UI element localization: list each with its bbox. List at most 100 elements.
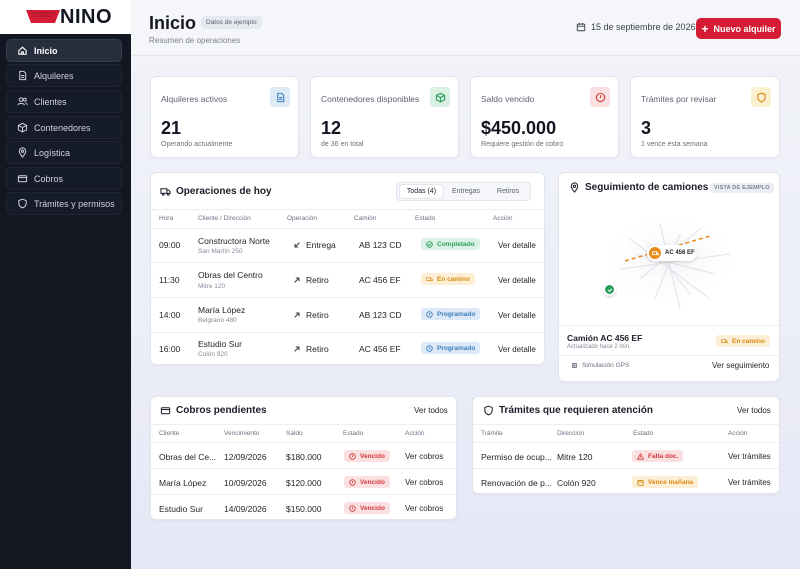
column-header: Estado bbox=[343, 430, 364, 437]
payment-due: 14/09/2026 bbox=[224, 504, 267, 514]
destination-check-marker[interactable] bbox=[603, 283, 616, 296]
column-header: Acción bbox=[728, 430, 748, 437]
divider bbox=[151, 209, 544, 210]
sidebar-item-contenedores[interactable]: Contenedores bbox=[6, 116, 122, 139]
new-rental-button[interactable]: + Nuevo alquiler bbox=[696, 18, 781, 39]
permits-attention-card: Trámites que requieren atención Ver todo… bbox=[472, 396, 780, 494]
view-detail-link[interactable]: Ver detalle bbox=[498, 241, 536, 250]
op-client: Estudio Sur bbox=[198, 339, 242, 349]
stat-card-tramites-por-revisar[interactable]: Trámites por revisar 3 1 vence esta sema… bbox=[630, 76, 780, 158]
permits-title-text: Trámites que requieren atención bbox=[499, 405, 653, 416]
view-all-payments-link[interactable]: Ver todos bbox=[414, 406, 448, 415]
status-label: Vencido bbox=[360, 452, 385, 460]
payment-client: María López bbox=[159, 478, 207, 488]
permit-address: Mitre 120 bbox=[557, 452, 593, 462]
view-all-permits-link[interactable]: Ver todos bbox=[737, 406, 771, 415]
view-payments-link[interactable]: Ver cobros bbox=[405, 452, 443, 461]
sidebar: NINO Inicio Alquileres Clientes Contened… bbox=[0, 0, 131, 569]
view-permits-link[interactable]: Ver trámites bbox=[728, 452, 771, 461]
op-type: Retiro bbox=[293, 275, 329, 285]
status-badge-en-camino: En camino bbox=[716, 335, 770, 347]
permits-title: Trámites que requieren atención bbox=[483, 405, 653, 416]
status-badge-vencido: Vencido bbox=[344, 476, 390, 488]
current-date-text: 15 de septiembre de 2026 bbox=[591, 22, 696, 32]
view-detail-link[interactable]: Ver detalle bbox=[498, 276, 536, 285]
view-payments-link[interactable]: Ver cobros bbox=[405, 504, 443, 513]
op-time: 14:00 bbox=[159, 310, 181, 320]
status-badge-programado: Programado bbox=[421, 342, 481, 354]
divider bbox=[151, 262, 544, 263]
stat-card-contenedores-disponibles[interactable]: Contenedores disponibles 12 de 36 en tot… bbox=[310, 76, 459, 158]
view-detail-link[interactable]: Ver detalle bbox=[498, 345, 536, 354]
shield-icon bbox=[484, 405, 493, 416]
status-badge-vence-manana: Vence mañana bbox=[632, 476, 699, 488]
truck-marker-label: AC 456 EF bbox=[665, 250, 695, 256]
status-label: En camino bbox=[732, 337, 765, 345]
sample-data-badge: Datos de ejemplo bbox=[201, 16, 262, 29]
stat-subtext: Operando actualmente bbox=[161, 141, 233, 148]
column-header: Vencimiento bbox=[224, 430, 260, 437]
warning-triangle-icon bbox=[637, 452, 644, 460]
tracking-map[interactable]: AC 456 EF bbox=[560, 199, 778, 327]
permit-name: Permiso de ocup... bbox=[481, 452, 552, 462]
stat-card-alquileres-activos[interactable]: Alquileres activos 21 Operando actualmen… bbox=[150, 76, 299, 158]
column-header: Cliente bbox=[159, 430, 180, 437]
truck-icon bbox=[649, 247, 661, 259]
arrow-up-right-icon bbox=[294, 277, 300, 283]
stat-icon-box bbox=[430, 87, 450, 107]
column-header: Cliente / Dirección bbox=[198, 215, 251, 222]
tab-todas[interactable]: Todas (4) bbox=[400, 185, 443, 198]
divider bbox=[151, 332, 544, 333]
operations-title: Operaciones de hoy bbox=[160, 186, 272, 197]
view-detail-link[interactable]: Ver detalle bbox=[498, 311, 536, 320]
payment-amount: $150.000 bbox=[286, 504, 322, 514]
operations-card: Operaciones de hoy Todas (4) Entregas Re… bbox=[150, 172, 545, 365]
map-pin-icon bbox=[570, 182, 579, 193]
op-address: San Martín 250 bbox=[198, 248, 243, 255]
sidebar-item-label: Contenedores bbox=[34, 122, 91, 133]
status-label: Vence mañana bbox=[648, 478, 694, 486]
tracking-updated: Actualizado hace 2 min. bbox=[567, 344, 631, 350]
sidebar-item-logistica[interactable]: Logística bbox=[6, 141, 122, 164]
view-payments-link[interactable]: Ver cobros bbox=[405, 478, 443, 487]
truck-marker[interactable]: AC 456 EF bbox=[647, 245, 697, 261]
brand-logo[interactable]: NINO bbox=[0, 0, 131, 34]
stat-icon-box bbox=[270, 87, 290, 107]
op-type-label: Retiro bbox=[306, 310, 329, 320]
tab-retiros[interactable]: Retiros bbox=[489, 185, 527, 198]
tab-entregas[interactable]: Entregas bbox=[446, 185, 486, 198]
status-label: Programado bbox=[437, 310, 476, 318]
gps-simulation-label: Simulación GPS bbox=[582, 362, 630, 369]
credit-card-icon bbox=[17, 175, 28, 183]
stat-card-saldo-vencido[interactable]: Saldo vencido $450.000 Requiere gestión … bbox=[470, 76, 619, 158]
truck-name: Camión AC 456 EF bbox=[567, 333, 643, 343]
sidebar-item-tramites[interactable]: Trámites y permisos bbox=[6, 192, 122, 215]
divider bbox=[151, 297, 544, 298]
column-header: Dirección bbox=[557, 430, 585, 437]
view-tracking-link[interactable]: Ver seguimiento bbox=[712, 361, 769, 370]
pending-payments-card: Cobros pendientes Ver todos Cliente Venc… bbox=[150, 396, 457, 520]
column-header: Saldo bbox=[286, 430, 303, 437]
alert-circle-icon bbox=[349, 452, 356, 460]
sidebar-item-alquileres[interactable]: Alquileres bbox=[6, 64, 122, 87]
view-permits-link[interactable]: Ver trámites bbox=[728, 478, 771, 487]
sidebar-item-cobros[interactable]: Cobros bbox=[6, 167, 122, 190]
sidebar-item-inicio[interactable]: Inicio bbox=[6, 39, 122, 62]
sidebar-item-clientes[interactable]: Clientes bbox=[6, 90, 122, 113]
op-truck: AC 456 EF bbox=[359, 344, 401, 354]
alert-circle-icon bbox=[595, 92, 605, 102]
alert-circle-icon bbox=[349, 504, 356, 512]
status-label: Programado bbox=[437, 344, 476, 352]
satellite-icon bbox=[571, 362, 578, 369]
column-header: Hora bbox=[159, 215, 174, 222]
divider bbox=[151, 424, 456, 425]
status-label: Vencido bbox=[360, 478, 385, 486]
plus-icon: + bbox=[701, 21, 709, 36]
operations-title-text: Operaciones de hoy bbox=[176, 186, 272, 197]
op-type: Retiro bbox=[293, 344, 329, 354]
divider bbox=[473, 442, 779, 443]
stat-subtext: 1 vence esta semana bbox=[641, 141, 708, 148]
truck-icon bbox=[426, 276, 433, 281]
current-date: 15 de septiembre de 2026 bbox=[576, 22, 696, 32]
status-badge-vencido: Vencido bbox=[344, 450, 390, 462]
